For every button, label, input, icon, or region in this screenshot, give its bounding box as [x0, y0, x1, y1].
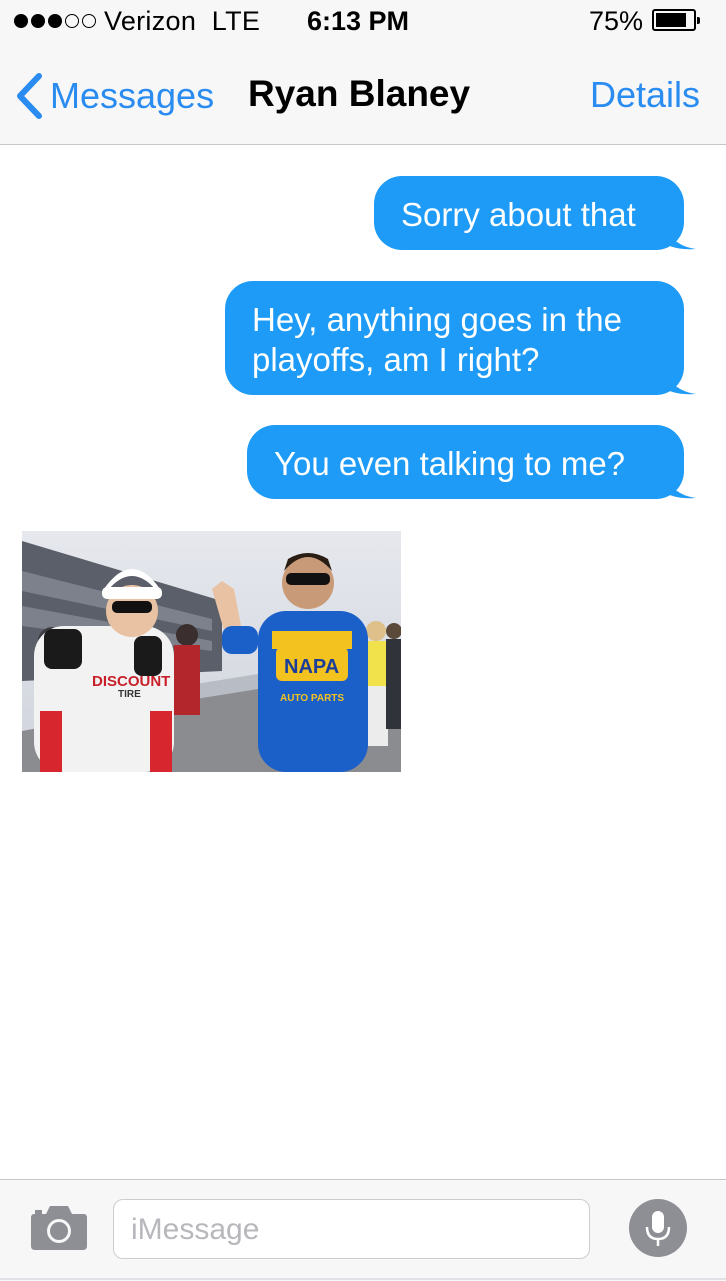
network-type: LTE	[211, 6, 261, 36]
message-text-line: playoffs, am I right?	[252, 341, 540, 378]
left-suit-brand: DISCOUNT	[92, 673, 170, 690]
signal-dot	[65, 14, 79, 28]
right-suit-brand: NAPA	[284, 656, 339, 678]
battery-percent: 75%	[589, 6, 644, 36]
camera-icon[interactable]	[30, 1202, 88, 1252]
battery-fill	[656, 13, 686, 27]
back-button[interactable]: Messages	[14, 72, 214, 120]
carrier-name: Verizon	[104, 6, 197, 36]
bubble-tail	[666, 369, 696, 395]
signal-dot	[48, 14, 62, 28]
signal-dot	[14, 14, 28, 28]
microphone-icon	[645, 1211, 671, 1246]
sent-message-bubble[interactable]: Hey, anything goes in the playoffs, am I…	[225, 281, 696, 395]
imessage-input[interactable]: iMessage	[113, 1199, 590, 1259]
details-button[interactable]: Details	[590, 74, 700, 116]
left-suit-sub: TIRE	[118, 689, 141, 700]
signal-dots-icon	[14, 14, 96, 28]
status-time: 6:13 PM	[307, 6, 410, 36]
message-text: You even talking to me?	[274, 445, 626, 482]
back-button-label: Messages	[50, 75, 215, 116]
sent-message-bubble[interactable]: You even talking to me?	[247, 425, 696, 499]
battery-nub	[697, 17, 700, 24]
chevron-left-icon	[17, 73, 42, 119]
status-bar: Verizon LTE 6:13 PM 75%	[0, 0, 726, 44]
sent-message-bubble[interactable]: Sorry about that	[374, 176, 696, 250]
photo-illustration: DISCOUNT TIRE NAPA AUTO PARTS	[22, 531, 401, 772]
message-text-line: Hey, anything goes in the	[252, 301, 622, 338]
message-text: Sorry about that	[401, 196, 636, 233]
conversation-header: Messages Ryan Blaney Details	[0, 44, 726, 145]
bubble-tail	[666, 224, 696, 250]
compose-bar: iMessage	[0, 1179, 726, 1281]
received-photo[interactable]: DISCOUNT TIRE NAPA AUTO PARTS	[22, 531, 401, 772]
microphone-button[interactable]	[629, 1199, 687, 1257]
carrier-label: Verizon LTE	[104, 6, 260, 37]
battery-icon	[652, 9, 700, 31]
bubble-tail	[666, 473, 696, 499]
contact-name: Ryan Blaney	[248, 73, 471, 114]
right-suit-sub: AUTO PARTS	[280, 693, 344, 704]
signal-dot	[31, 14, 45, 28]
signal-dot	[82, 14, 96, 28]
